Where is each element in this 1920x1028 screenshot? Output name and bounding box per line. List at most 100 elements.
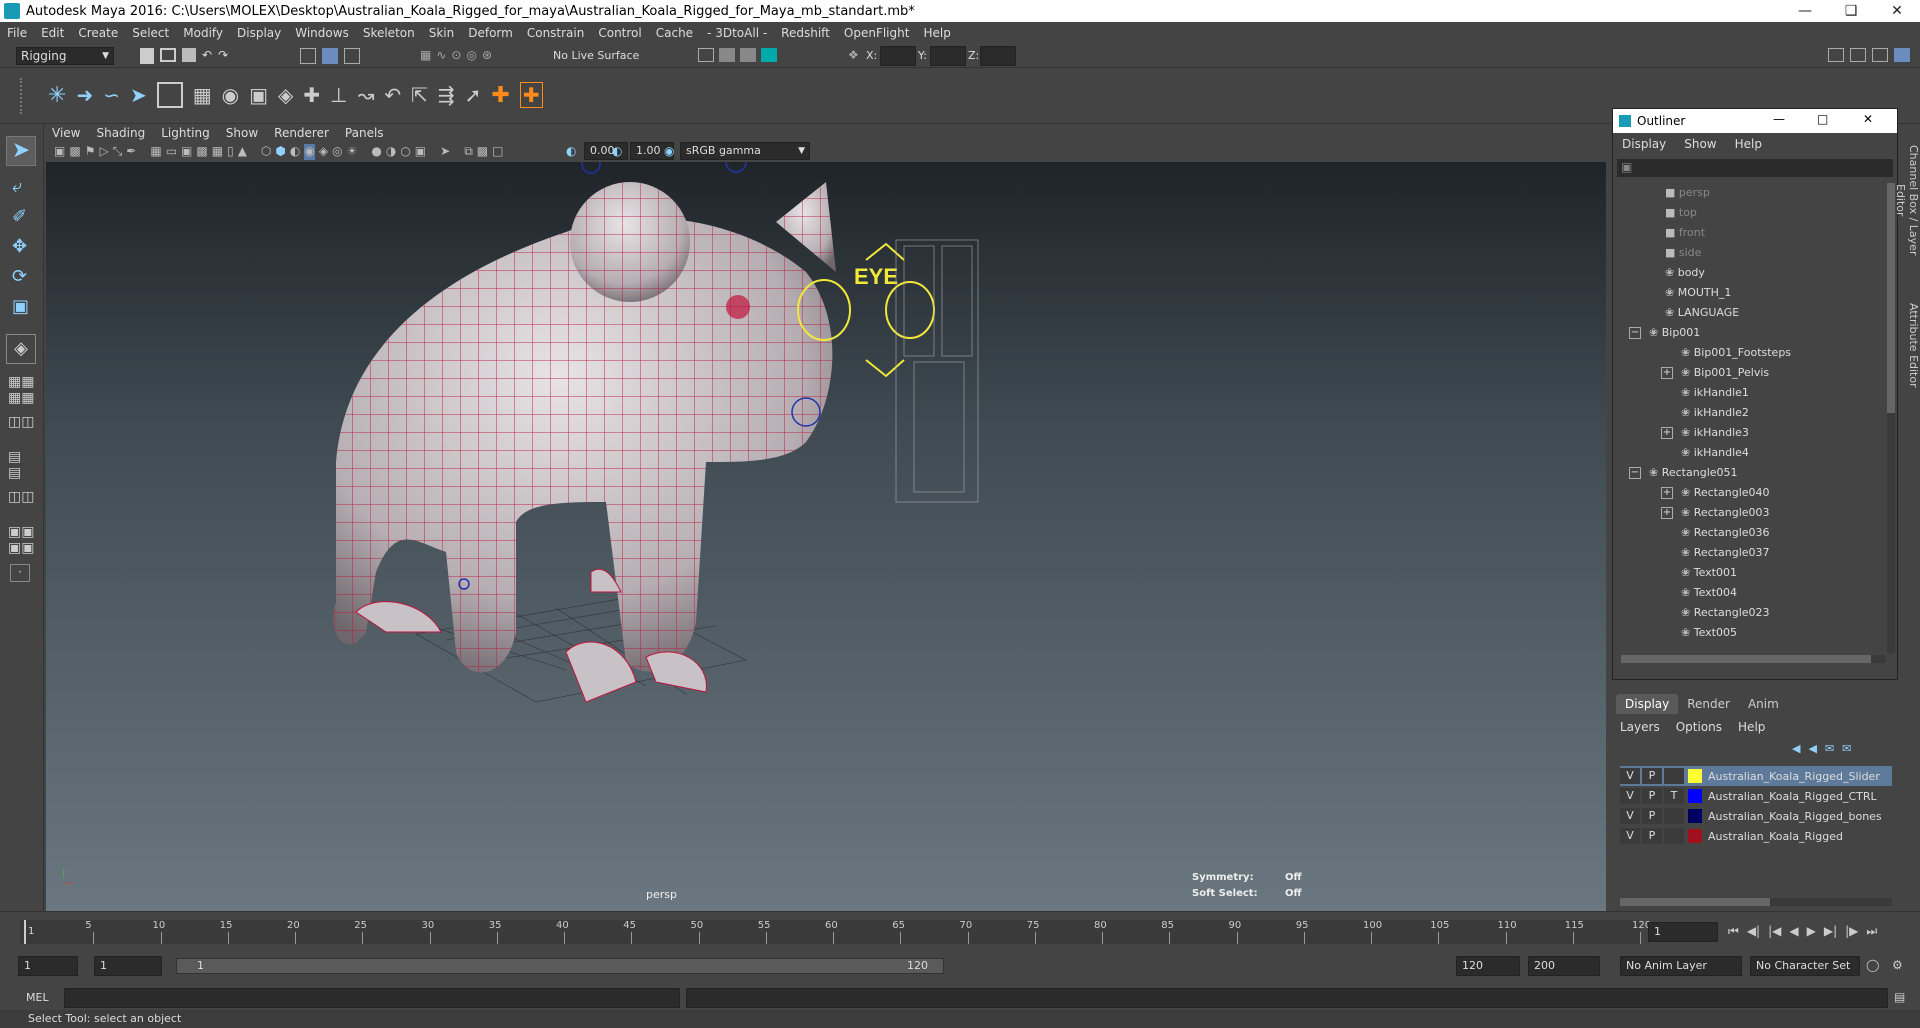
layer-playback-toggle[interactable]: P [1642,808,1662,824]
outliner-item[interactable]: ❀ Bip001_Pelvis [1681,363,1769,383]
render-settings-icon[interactable] [698,48,714,62]
new-layer-selected-icon[interactable]: ✉ [1842,742,1851,755]
aim-constraint-icon[interactable]: ↝ [358,83,375,107]
command-language-label[interactable]: MEL [26,991,49,1004]
outliner-item[interactable]: ❀ MOUTH_1 [1665,283,1731,303]
attribute-editor-tab[interactable]: Attribute Editor [1900,290,1920,400]
grease-pencil-icon[interactable]: ✒ [126,144,136,160]
transform-mode-icon[interactable]: ❖ [848,48,859,62]
layer-row[interactable]: V P Australian_Koala_Rigged [1620,826,1892,846]
step-back-key-icon[interactable]: ◀| [1747,924,1760,939]
hypershade-icon[interactable] [761,48,777,62]
select-tool-icon[interactable]: ➤ [6,136,36,166]
step-forward-key-icon[interactable]: |▶ [1845,924,1858,939]
outliner-item[interactable]: ❀ ikHandle4 [1681,443,1749,463]
grid-icon[interactable]: ▦ [150,144,161,160]
ik-spline-icon[interactable]: ∽ [103,83,120,107]
select-object-icon[interactable] [322,48,338,64]
pole-vector-icon[interactable]: ➚ [465,83,482,107]
outliner-menu-show[interactable]: Show [1675,137,1725,151]
menu-3dtoall[interactable]: - 3DtoAll - [700,26,774,40]
layer-playback-toggle[interactable]: P [1642,788,1662,804]
anti-aliasing-icon[interactable]: ▣ [415,144,426,160]
four-view-layout-icon[interactable]: ▦▦ ▦▦ [8,374,34,406]
depth-of-field-icon[interactable]: ⧉ [464,144,473,160]
channel-box-tab[interactable]: Channel Box / Layer Editor [1894,130,1920,270]
live-surface-label[interactable]: No Live Surface [553,49,639,62]
parent-constraint-icon[interactable]: ⇶ [438,83,455,107]
textures-icon[interactable]: ◎ [332,144,342,160]
scale-tool-icon[interactable]: ▣ [12,296,29,317]
x-field[interactable] [880,46,916,66]
lattice-icon[interactable]: ▦ [193,83,212,107]
shelf-handle-icon[interactable] [20,78,28,114]
outliner-item[interactable]: ■ front [1665,223,1705,243]
menu-control[interactable]: Control [591,26,648,40]
collapse-icon[interactable]: − [1629,467,1641,479]
outliner-item[interactable]: ❀ ikHandle1 [1681,383,1749,403]
snap-live-icon[interactable]: ⊛ [482,48,492,64]
remove-influence-icon[interactable]: ✚ [519,82,543,108]
layer-menu-help[interactable]: Help [1730,720,1773,734]
move-layer-up-icon[interactable]: ◀ [1792,742,1800,755]
redo-icon[interactable]: ↷ [218,48,228,64]
step-forward-frame-icon[interactable]: ▶| [1824,924,1837,939]
expand-icon[interactable]: + [1661,427,1673,439]
menu-modify[interactable]: Modify [176,26,230,40]
layer-visibility-toggle[interactable]: V [1620,768,1640,784]
outliner-item[interactable]: ❀ body [1665,263,1705,283]
collapse-icon[interactable]: − [1629,327,1641,339]
script-editor-icon[interactable]: ▤ [1894,990,1905,1004]
time-slider[interactable]: 1 5 10 15 20 25 30 35 40 45 50 55 60 65 70 75 80 85 90 95 1… [0,911,1920,947]
menu-skin[interactable]: Skin [422,26,462,40]
outliner-item[interactable]: ❀ Rectangle040 [1681,483,1770,503]
persp-outliner-layout-icon[interactable]: ◫◫ [8,414,34,430]
xray-icon[interactable]: ◈ [319,144,328,160]
wireframe-icon[interactable]: ⬡ [261,144,271,160]
menu-file[interactable]: File [0,26,34,40]
gate-mask-icon[interactable]: ▩ [196,144,207,160]
menu-create[interactable]: Create [71,26,125,40]
open-scene-icon[interactable] [160,48,176,62]
layer-tab-anim[interactable]: Anim [1739,694,1788,714]
locator-icon[interactable]: ✚ [303,83,320,107]
play-forward-icon[interactable]: ▶ [1807,924,1816,939]
outliner-item[interactable]: ❀ LANGUAGE [1665,303,1739,323]
start-time-field[interactable]: 1 [18,956,78,976]
range-slider[interactable]: 1 120 [176,958,944,974]
view-menu-lighting[interactable]: Lighting [153,126,218,140]
layer-row[interactable]: V P Australian_Koala_Rigged_bones [1620,806,1892,826]
current-frame-field[interactable]: 1 [1648,922,1718,942]
new-layer-icon[interactable]: ✉ [1825,742,1834,755]
layer-playback-toggle[interactable]: P [1642,828,1662,844]
layer-display-type-toggle[interactable] [1664,828,1684,844]
menu-cache[interactable]: Cache [649,26,700,40]
layer-color-swatch[interactable] [1688,769,1702,783]
select-camera-icon[interactable]: ▣ [54,144,65,160]
ik-handle-icon[interactable]: ➜ [76,83,93,107]
bind-skin-icon[interactable] [156,82,183,108]
color-management-icon[interactable]: ◉ [664,144,674,158]
flat-shade-icon[interactable]: ◐ [290,144,300,160]
character-set-dropdown[interactable]: No Character Set [1750,956,1860,976]
layer-display-type-toggle[interactable]: T [1664,788,1684,804]
time-ruler[interactable]: 1 5 10 15 20 25 30 35 40 45 50 55 60 65 70 75 80 85 90 95 1… [20,920,1651,944]
outliner-hscroll[interactable] [1621,655,1885,663]
channel-box-icon[interactable] [1894,48,1910,62]
preferences-icon[interactable]: ⚙ [1892,958,1903,972]
attribute-editor-icon[interactable] [1850,48,1866,62]
outliner-item[interactable]: ❀ Text001 [1681,563,1737,583]
wrap-icon[interactable]: ▣ [249,83,268,107]
playback-start-field[interactable]: 1 [94,956,162,976]
menu-help[interactable]: Help [916,26,957,40]
view-menu-show[interactable]: Show [218,126,266,140]
point-constraint-icon[interactable]: ⊥ [330,83,347,107]
layer-visibility-toggle[interactable]: V [1620,788,1640,804]
ipr-render-icon[interactable] [740,48,756,62]
ambient-occlusion-icon[interactable]: ◑ [386,144,396,160]
rotate-tool-icon[interactable]: ⟳ [12,266,27,287]
outliner-item[interactable]: ❀ Rectangle023 [1681,603,1770,623]
single-perspective-layout-icon[interactable]: ◈ [6,334,36,364]
persp-graph-layout-icon[interactable]: ▤ ▤ [8,449,21,481]
lasso-tool-icon[interactable]: ⤶ [12,176,22,197]
